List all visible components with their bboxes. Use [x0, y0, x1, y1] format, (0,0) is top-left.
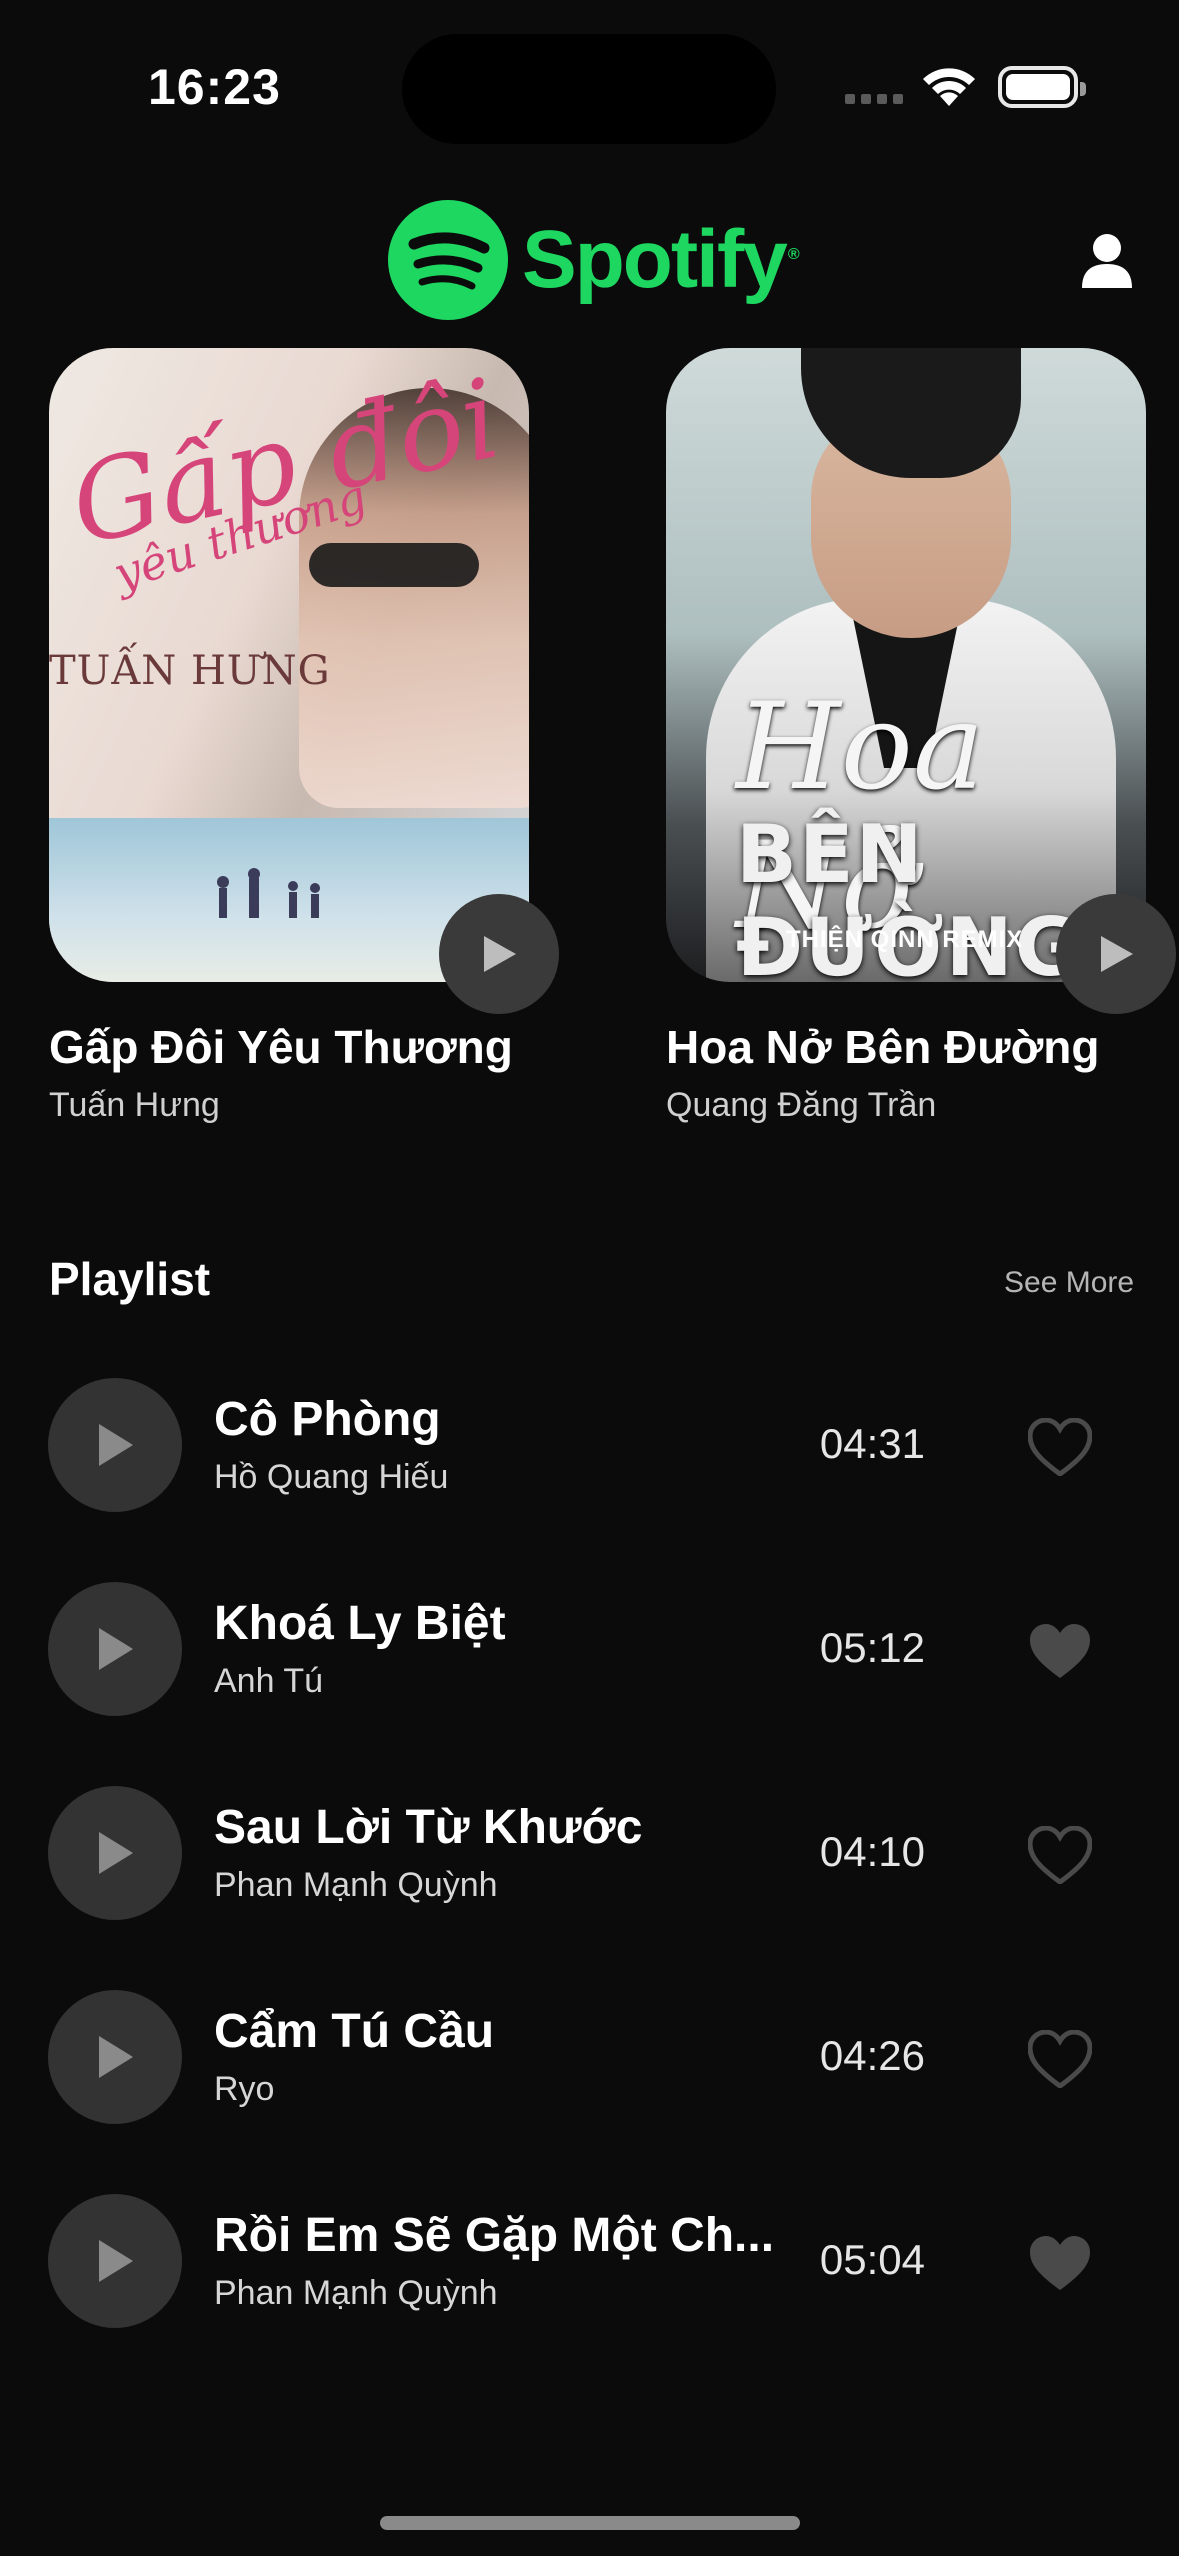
- play-button[interactable]: [439, 894, 559, 1014]
- spotify-logo: Spotify ®: [388, 200, 800, 320]
- featured-artist: Quang Đăng Trần: [666, 1086, 937, 1124]
- play-icon: [99, 1424, 133, 1466]
- list-item[interactable]: Rồi Em Sẽ Gặp Một Ch... Phan Mạnh Quỳnh …: [0, 2194, 1179, 2334]
- battery-icon: [998, 66, 1086, 108]
- brand-name: Spotify ®: [522, 214, 800, 305]
- play-icon: [99, 1628, 133, 1670]
- list-item[interactable]: Cẩm Tú Cầu Ryo 04:26: [0, 1990, 1179, 2130]
- see-more-link[interactable]: See More: [1004, 1266, 1134, 1300]
- album-cover[interactable]: Gấp đôi yêu thương TUẤN HƯNG: [49, 348, 529, 982]
- track-duration: 04:31: [819, 1420, 925, 1467]
- play-button[interactable]: [48, 1990, 182, 2124]
- status-time: 16:23: [148, 59, 281, 115]
- profile-icon[interactable]: [1080, 232, 1134, 288]
- list-item[interactable]: Khoá Ly Biệt Anh Tú 05:12: [0, 1582, 1179, 1722]
- signal-icon: [845, 94, 903, 104]
- track-name: Rồi Em Sẽ Gặp Một Ch...: [214, 2209, 775, 2262]
- wifi-icon: [923, 68, 975, 106]
- track-artist: Anh Tú: [214, 1662, 324, 1700]
- play-icon: [484, 936, 516, 972]
- play-icon: [99, 2240, 133, 2282]
- track-name: Cô Phòng: [214, 1393, 441, 1446]
- play-button[interactable]: [1056, 894, 1176, 1014]
- play-icon: [99, 2036, 133, 2078]
- featured-title: Gấp Đôi Yêu Thương: [49, 1021, 513, 1073]
- spotify-logo-icon: [388, 200, 508, 320]
- track-artist: Ryo: [214, 2070, 275, 2108]
- track-artist: Phan Mạnh Quỳnh: [214, 1866, 498, 1904]
- play-icon: [1101, 936, 1133, 972]
- section-title: Playlist: [49, 1253, 211, 1305]
- list-item[interactable]: Sau Lời Từ Khước Phan Mạnh Quỳnh 04:10: [0, 1786, 1179, 1926]
- heart-outline-icon[interactable]: [1028, 1418, 1092, 1476]
- heart-outline-icon[interactable]: [1028, 1826, 1092, 1884]
- list-item[interactable]: Cô Phòng Hồ Quang Hiếu 04:31: [0, 1378, 1179, 1518]
- featured-carousel[interactable]: Gấp đôi yêu thương TUẤN HƯNG Gấp Đôi Yêu…: [0, 348, 1179, 1148]
- featured-artist: Tuấn Hưng: [49, 1086, 220, 1124]
- play-button[interactable]: [48, 1582, 182, 1716]
- play-button[interactable]: [48, 2194, 182, 2328]
- track-artist: Phan Mạnh Quỳnh: [214, 2274, 498, 2312]
- home-indicator[interactable]: [380, 2516, 800, 2530]
- status-bar: 16:23: [0, 0, 1179, 170]
- track-name: Sau Lời Từ Khước: [214, 1801, 643, 1854]
- track-duration: 04:10: [819, 1828, 925, 1875]
- featured-title: Hoa Nở Bên Đường: [666, 1021, 1100, 1073]
- track-name: Khoá Ly Biệt: [214, 1597, 506, 1650]
- dynamic-island: [402, 34, 776, 144]
- track-duration: 05:04: [819, 2236, 925, 2283]
- heart-filled-icon[interactable]: [1028, 1622, 1092, 1680]
- heart-filled-icon[interactable]: [1028, 2234, 1092, 2292]
- track-artist: Hồ Quang Hiếu: [214, 1458, 449, 1496]
- heart-outline-icon[interactable]: [1028, 2030, 1092, 2088]
- play-button[interactable]: [48, 1786, 182, 1920]
- track-name: Cẩm Tú Cầu: [214, 2005, 495, 2058]
- track-duration: 05:12: [819, 1624, 925, 1671]
- track-duration: 04:26: [819, 2032, 925, 2079]
- album-cover[interactable]: Hoa Nở BÊN ĐƯỜNG THIỆN QINN REMIX: [666, 348, 1146, 982]
- play-icon: [99, 1832, 133, 1874]
- play-button[interactable]: [48, 1378, 182, 1512]
